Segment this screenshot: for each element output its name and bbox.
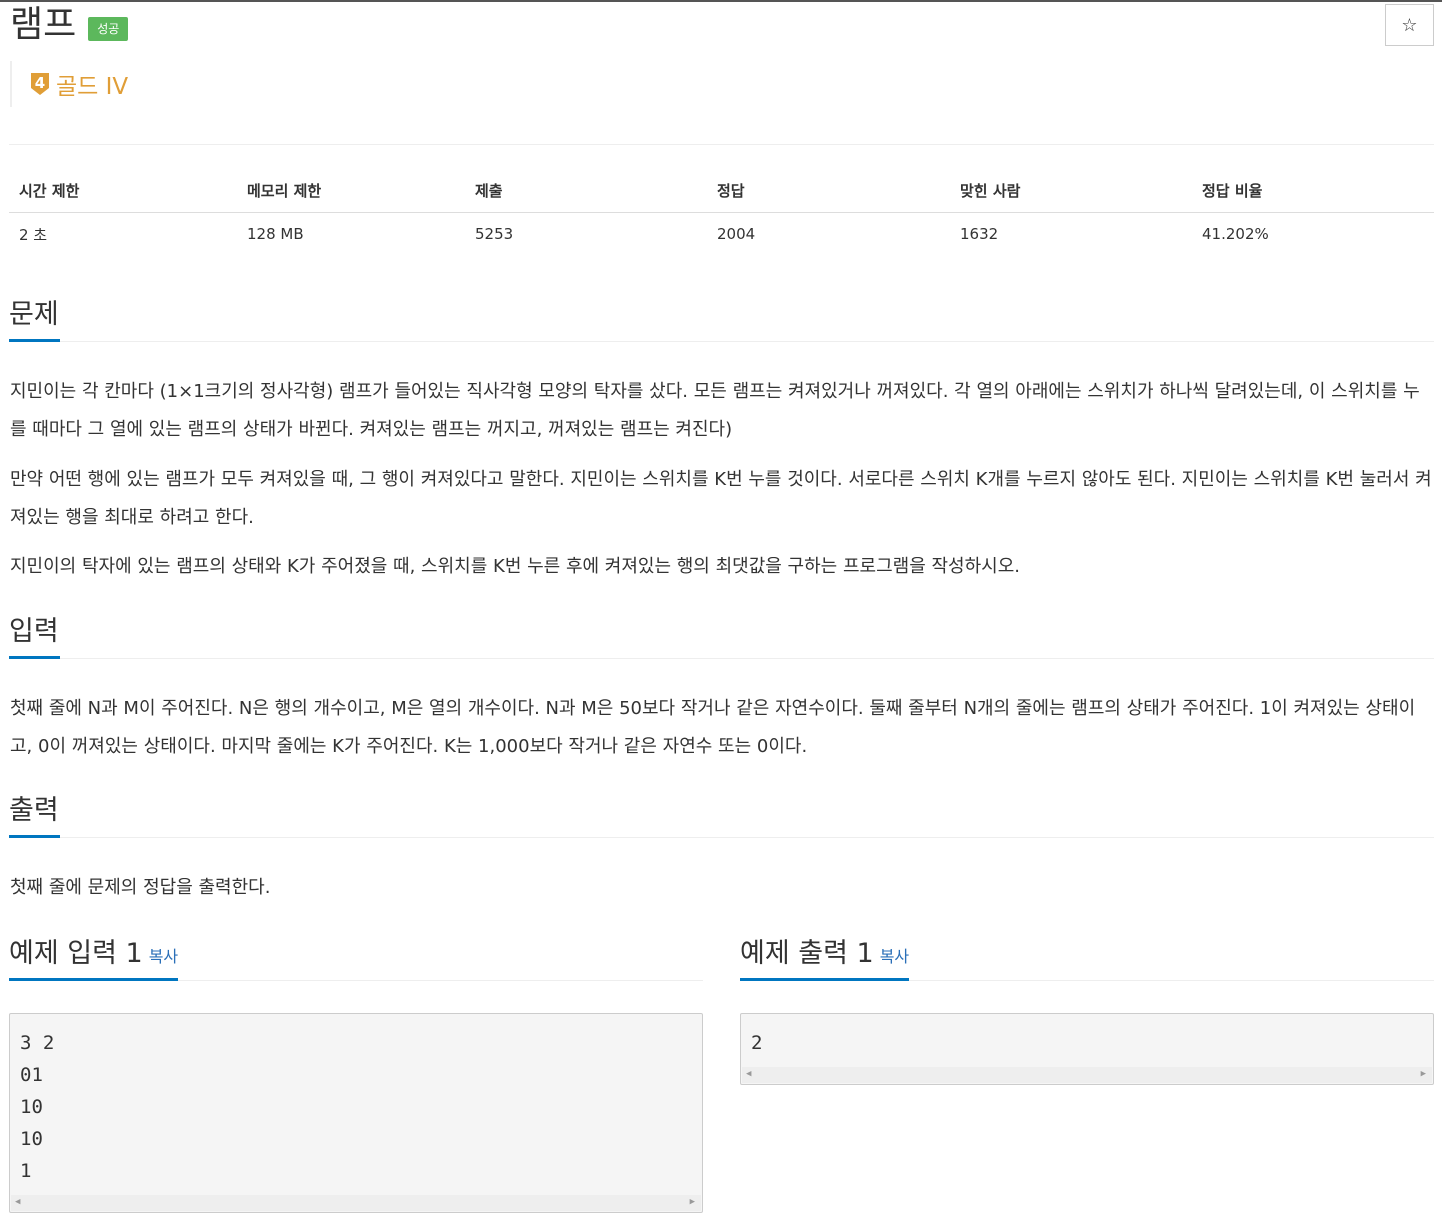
status-badge: 성공: [88, 17, 129, 41]
value-accepted[interactable]: 2004: [707, 212, 950, 256]
sample-input-line: 10: [20, 1128, 43, 1150]
copy-sample-input-button[interactable]: 복사: [149, 947, 178, 966]
description-section-header: 문제: [9, 298, 1434, 342]
gold-tier-icon: 4: [30, 72, 50, 96]
sample-output-header: 예제 출력 1 복사: [740, 937, 1434, 981]
input-section-header: 입력: [9, 615, 1434, 659]
value-time-limit: 2 초: [19, 225, 48, 244]
header-memory-limit: 메모리 제한: [237, 170, 465, 213]
problem-info-table: 시간 제한 메모리 제한 제출 정답 맞힌 사람 정답 비율 2 초 128 M…: [9, 170, 1434, 256]
description-paragraph-2: 만약 어떤 행에 있는 램프가 모두 켜져있을 때, 그 행이 켜져있다고 말한…: [10, 469, 1432, 528]
sample-input-line: 3 2: [20, 1032, 55, 1054]
copy-sample-output-button[interactable]: 복사: [880, 947, 909, 966]
value-accept-ratio: 41.202%: [1202, 225, 1269, 244]
tier-label[interactable]: 골드 IV: [56, 67, 128, 101]
header-solved-users: 맞힌 사람: [950, 170, 1192, 213]
sample-input-line: 1: [20, 1160, 32, 1182]
input-heading: 입력: [9, 615, 60, 659]
tier-number: 4: [34, 74, 46, 92]
scroll-left-icon[interactable]: ◀: [746, 1069, 751, 1079]
description-paragraph-3: 지민이의 탁자에 있는 램프의 상태와 K가 주어졌을 때, 스위치를 K번 누…: [10, 556, 1020, 577]
scroll-left-icon[interactable]: ◀: [15, 1197, 20, 1207]
value-submissions[interactable]: 5253: [465, 212, 707, 256]
header-accept-ratio: 정답 비율: [1192, 170, 1434, 213]
info-header-row: 시간 제한 메모리 제한 제출 정답 맞힌 사람 정답 비율: [9, 170, 1434, 213]
output-heading: 출력: [9, 794, 60, 838]
sample-input-scrollbar[interactable]: ◀ ▶: [11, 1195, 701, 1211]
sample-output-heading: 예제 출력 1 복사: [740, 937, 910, 981]
sample-output-box[interactable]: 2 ◀ ▶: [740, 1013, 1434, 1085]
scroll-right-icon[interactable]: ▶: [1421, 1069, 1426, 1079]
header-submissions: 제출: [465, 170, 707, 213]
problem-page: 램프 성공 ☆ 4 골드 IV 시간 제한 메모리 제한 제출 정답 맞힌 사람…: [0, 2, 1442, 1221]
input-description: 첫째 줄에 N과 M이 주어진다. N은 행의 개수이고, M은 열의 개수이다…: [10, 698, 1416, 757]
sample-input-line: 01: [20, 1064, 43, 1086]
title-row: 램프 성공: [10, 2, 129, 48]
header-time-limit: 시간 제한: [9, 170, 237, 213]
output-description: 첫째 줄에 문제의 정답을 출력한다.: [10, 877, 271, 898]
value-solved-users[interactable]: 1632: [950, 212, 1192, 256]
info-value-row: 2 초 128 MB 5253 2004 1632 41.202%: [9, 212, 1434, 256]
description-heading: 문제: [9, 298, 60, 342]
scroll-right-icon[interactable]: ▶: [690, 1197, 695, 1207]
description-paragraph-1: 지민이는 각 칸마다 (1×1크기의 정사각형) 램프가 들어있는 직사각형 모…: [10, 381, 1420, 440]
sample-input-line: 10: [20, 1096, 43, 1118]
favorite-star-button[interactable]: ☆: [1385, 4, 1434, 46]
star-icon: ☆: [1401, 14, 1418, 36]
sample-output-scrollbar[interactable]: ◀ ▶: [742, 1067, 1432, 1083]
header-accepted: 정답: [707, 170, 950, 213]
sample-output-line: 2: [751, 1032, 763, 1054]
sample-input-title: 예제 입력 1: [9, 938, 143, 969]
tier-box: 4 골드 IV: [10, 61, 128, 107]
output-section-header: 출력: [9, 794, 1434, 838]
value-memory-limit: 128 MB: [247, 225, 304, 244]
header-divider: [9, 144, 1434, 145]
sample-input-box[interactable]: 3 2 01 10 10 1 ◀ ▶: [9, 1013, 703, 1213]
problem-title: 램프: [10, 4, 77, 45]
sample-output-title: 예제 출력 1: [740, 938, 874, 969]
sample-input-heading: 예제 입력 1 복사: [9, 937, 179, 981]
sample-input-header: 예제 입력 1 복사: [9, 937, 703, 981]
